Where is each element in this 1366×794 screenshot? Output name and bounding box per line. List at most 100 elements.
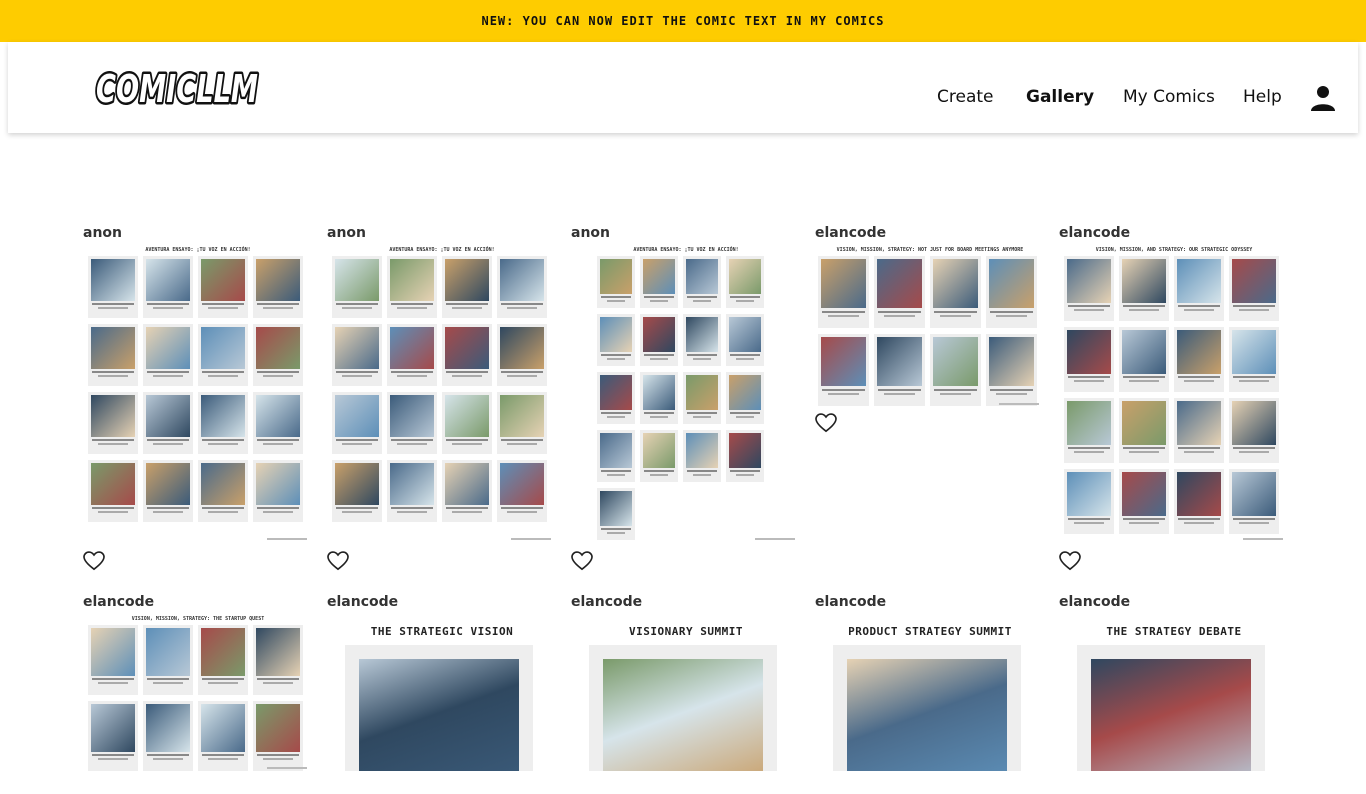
comic-thumbnail[interactable]: PRODUCT STRATEGY SUMMIT	[815, 611, 1045, 771]
comic-thumbnail[interactable]: AVENTURA ENSAYO: ¡TU VOZ EN ACCIÓN!	[571, 242, 801, 542]
nav-create[interactable]: Create	[937, 87, 994, 109]
comic-card[interactable]: elancode VISION, MISSION, STRATEGY: THE S…	[83, 594, 313, 794]
author-name[interactable]: anon	[83, 225, 122, 241]
panel-caption	[1184, 451, 1214, 453]
comic-card[interactable]: elancode PRODUCT STRATEGY SUMMIT	[815, 594, 1045, 794]
heart-outline-icon[interactable]	[815, 413, 837, 433]
panel-image	[989, 337, 1034, 386]
credit-line	[267, 538, 307, 540]
author-name[interactable]: anon	[327, 225, 366, 241]
comic-card[interactable]: anon AVENTURA ENSAYO: ¡TU VOZ EN ACCIÓN!	[83, 225, 313, 571]
heart-outline-icon[interactable]	[571, 551, 593, 571]
panel-caption	[1239, 309, 1269, 311]
comic-panel	[143, 324, 193, 386]
heart-outline-icon[interactable]	[1059, 551, 1081, 571]
panel-caption	[92, 754, 134, 756]
panel-caption	[336, 371, 378, 373]
comic-thumbnail[interactable]: THE STRATEGIC VISION	[327, 611, 557, 771]
nav-help[interactable]: Help	[1243, 87, 1282, 109]
author-name[interactable]: elancode	[815, 594, 886, 610]
panel-image	[847, 659, 1007, 771]
panel-image	[821, 259, 866, 308]
announcement-text: NEW: YOU CAN NOW EDIT THE COMIC TEXT IN …	[481, 14, 885, 28]
comic-thumbnail[interactable]: VISION, MISSION, AND STRATEGY: OUR STRAT…	[1059, 242, 1289, 542]
comic-title: VISION, MISSION, STRATEGY: THE STARTUP Q…	[131, 616, 265, 622]
panel-caption	[153, 375, 183, 377]
comic-card[interactable]: elancode VISIONARY SUMMIT	[571, 594, 801, 794]
panel-caption	[601, 354, 631, 356]
panel-caption	[446, 303, 488, 305]
comic-thumbnail[interactable]: VISION, MISSION, STRATEGY: NOT JUST FOR …	[815, 242, 1045, 407]
panel-caption	[940, 393, 971, 395]
comic-panel	[497, 392, 547, 454]
panel-image	[877, 337, 922, 386]
author-name[interactable]: elancode	[571, 594, 642, 610]
comic-card[interactable]: elancode THE STRATEGY DEBATE	[1059, 594, 1289, 794]
comic-card[interactable]: elancode THE STRATEGIC VISION	[327, 594, 557, 794]
comic-thumbnail[interactable]: AVENTURA ENSAYO: ¡TU VOZ EN ACCIÓN!	[83, 242, 313, 542]
panel-image	[335, 259, 379, 301]
panel-caption	[257, 303, 299, 305]
panel-image	[1091, 659, 1251, 771]
panel-caption	[391, 439, 433, 441]
comic-thumbnail[interactable]: VISIONARY SUMMIT	[571, 611, 801, 771]
comic-thumbnail[interactable]: VISION, MISSION, STRATEGY: THE STARTUP Q…	[83, 611, 313, 771]
panel-image	[600, 491, 632, 526]
panel-image	[91, 463, 135, 505]
comic-panel	[930, 334, 981, 406]
panel-image	[500, 327, 544, 369]
comic-card[interactable]: anon AVENTURA ENSAYO: ¡TU VOZ EN ACCIÓN!	[327, 225, 557, 571]
author-name[interactable]: elancode	[1059, 225, 1130, 241]
comic-thumbnail[interactable]: THE STRATEGY DEBATE	[1059, 611, 1289, 771]
heart-outline-icon[interactable]	[327, 551, 349, 571]
comic-thumbnail[interactable]: AVENTURA ENSAYO: ¡TU VOZ EN ACCIÓN!	[327, 242, 557, 542]
panel-image	[146, 704, 190, 752]
panel-image	[256, 704, 300, 752]
comic-card[interactable]: elancode VISION, MISSION, AND STRATEGY: O…	[1059, 225, 1289, 571]
author-name[interactable]: anon	[571, 225, 610, 241]
comic-panel	[986, 334, 1037, 406]
panel-caption	[1074, 380, 1104, 382]
panel-image	[1177, 259, 1221, 303]
panel-image	[643, 317, 675, 352]
credit-line	[267, 767, 307, 769]
comic-panel	[1174, 398, 1224, 463]
comic-panel	[442, 392, 492, 454]
author-name[interactable]: elancode	[83, 594, 154, 610]
panel-caption	[208, 307, 238, 309]
nav-gallery[interactable]: Gallery	[1026, 87, 1094, 109]
person-icon[interactable]	[1310, 85, 1336, 111]
panel-caption	[1178, 447, 1220, 449]
nav-my-comics[interactable]: My Comics	[1123, 87, 1215, 109]
panel-caption	[208, 443, 238, 445]
heart-outline-icon[interactable]	[83, 551, 105, 571]
panel-caption	[92, 678, 134, 680]
panel-image	[600, 259, 632, 294]
logo[interactable]: COMICLLM COMICLLM	[92, 62, 264, 114]
panel-caption	[446, 371, 488, 373]
panel-image	[201, 463, 245, 505]
panel-caption	[822, 389, 865, 391]
credit-line	[755, 538, 795, 540]
panel-caption	[501, 439, 543, 441]
panel-caption	[1233, 305, 1275, 307]
comic-card[interactable]: anon AVENTURA ENSAYO: ¡TU VOZ EN ACCIÓN!	[571, 225, 801, 571]
comic-panel	[442, 256, 492, 318]
comic-panel	[1119, 327, 1169, 392]
panel-caption	[1068, 447, 1110, 449]
panel-caption	[736, 358, 754, 360]
panel-caption	[342, 511, 372, 513]
panel-caption	[336, 303, 378, 305]
comic-panel	[1064, 256, 1114, 321]
panel-image	[335, 463, 379, 505]
panel-image	[600, 433, 632, 468]
panel-caption	[934, 389, 977, 391]
panel-caption	[208, 511, 238, 513]
comic-panel	[726, 372, 764, 424]
comic-panel	[1064, 327, 1114, 392]
author-name[interactable]: elancode	[815, 225, 886, 241]
author-name[interactable]: elancode	[1059, 594, 1130, 610]
comic-card[interactable]: elancode VISION, MISSION, STRATEGY: NOT J…	[815, 225, 1045, 433]
panel-caption	[1074, 451, 1104, 453]
author-name[interactable]: elancode	[327, 594, 398, 610]
